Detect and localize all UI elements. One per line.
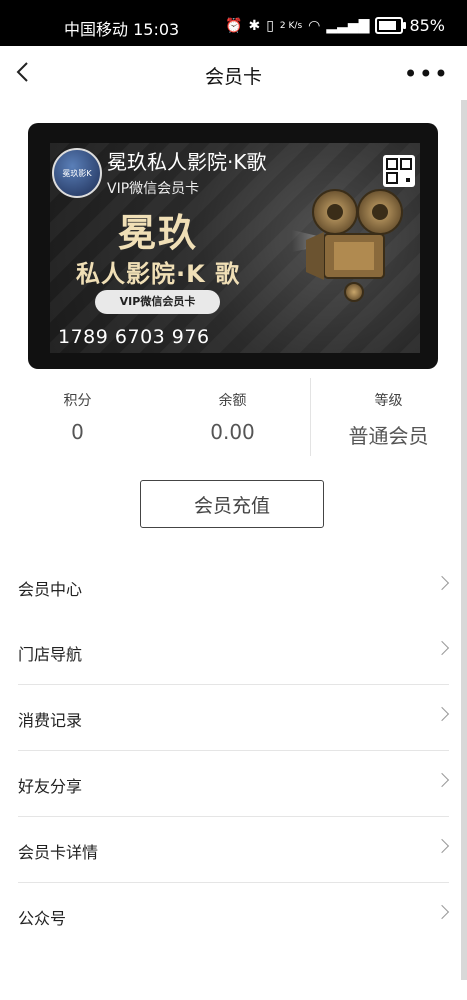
points-stat: 积分 0 [0,378,155,444]
chevron-right-icon [434,575,450,591]
chevron-right-icon [434,640,450,656]
menu-item-label: 消费记录 [18,711,83,730]
chevron-right-icon [434,772,450,788]
status-bar: 中国移动 15:03 ⏰ ✱ ▯ 2 K/s ◠ ▂▃▅▇ 85% [0,0,467,46]
recharge-button[interactable]: 会员充值 [140,480,324,528]
bluetooth-icon: ✱ [248,17,261,34]
balance-stat: 余额 0.00 [155,378,310,444]
stat-label: 余额 [218,393,247,409]
menu-item-label: 会员卡详情 [18,843,99,862]
vibrate-icon: ▯ [266,17,274,34]
battery-percent: 85% [409,16,445,35]
status-icons: ⏰ ✱ ▯ 2 K/s ◠ ▂▃▅▇ 85% [225,16,445,35]
signal-icon: ▂▃▅▇ [326,17,370,34]
member-stats: 积分 0 余额 0.00 等级 普通会员 [0,378,467,458]
card-big-title: 冕玖 [118,211,199,255]
menu-item-member-center[interactable]: 会员中心 [18,554,450,619]
wifi-icon: ◠ [308,17,321,34]
stat-value: 普通会员 [348,424,429,448]
card-big-subtitle: 私人影院·K 歌 [76,260,241,288]
battery-icon [375,17,407,34]
card-subtitle: VIP微信会员卡 [107,181,200,197]
store-logo: 冕玖影K [52,148,102,198]
menu-item-label: 好友分享 [18,777,83,796]
menu-item-official-account[interactable]: 公众号 [18,883,450,948]
stat-label: 等级 [374,393,403,409]
menu-item-label: 门店导航 [18,645,83,664]
carrier-time: 中国移动 15:03 [64,20,180,39]
store-name: 冕玖私人影院·K歌 [107,150,267,174]
chevron-right-icon [434,706,450,722]
chevron-right-icon [434,904,450,920]
menu-item-label: 会员中心 [18,580,83,599]
logo-text: 冕玖影K [62,168,92,178]
menu-item-share-friends[interactable]: 好友分享 [18,751,450,817]
level-stat: 等级 普通会员 [311,378,466,449]
menu-list: 会员中心 门店导航 消费记录 好友分享 会员卡详情 公众号 [0,554,467,948]
chevron-right-icon [434,838,450,854]
card-pill-label: VIP微信会员卡 [95,290,220,314]
page-title: 会员卡 [204,66,262,88]
menu-item-label: 公众号 [18,909,67,928]
film-projector-icon [292,189,403,302]
alarm-icon: ⏰ [225,17,243,34]
card-number: 1789 6703 976 [58,326,210,348]
nav-bar: 会员卡 ••• [0,46,467,100]
more-options-icon[interactable]: ••• [404,60,449,88]
menu-item-card-details[interactable]: 会员卡详情 [18,817,450,883]
net-speed: 2 K/s [279,20,303,31]
menu-item-purchase-history[interactable]: 消费记录 [18,685,450,751]
stat-value: 0.00 [210,420,255,444]
menu-item-store-navigation[interactable]: 门店导航 [18,619,450,685]
stat-label: 积分 [63,393,92,409]
stat-value: 0 [71,420,84,444]
battery-fill [379,21,397,30]
